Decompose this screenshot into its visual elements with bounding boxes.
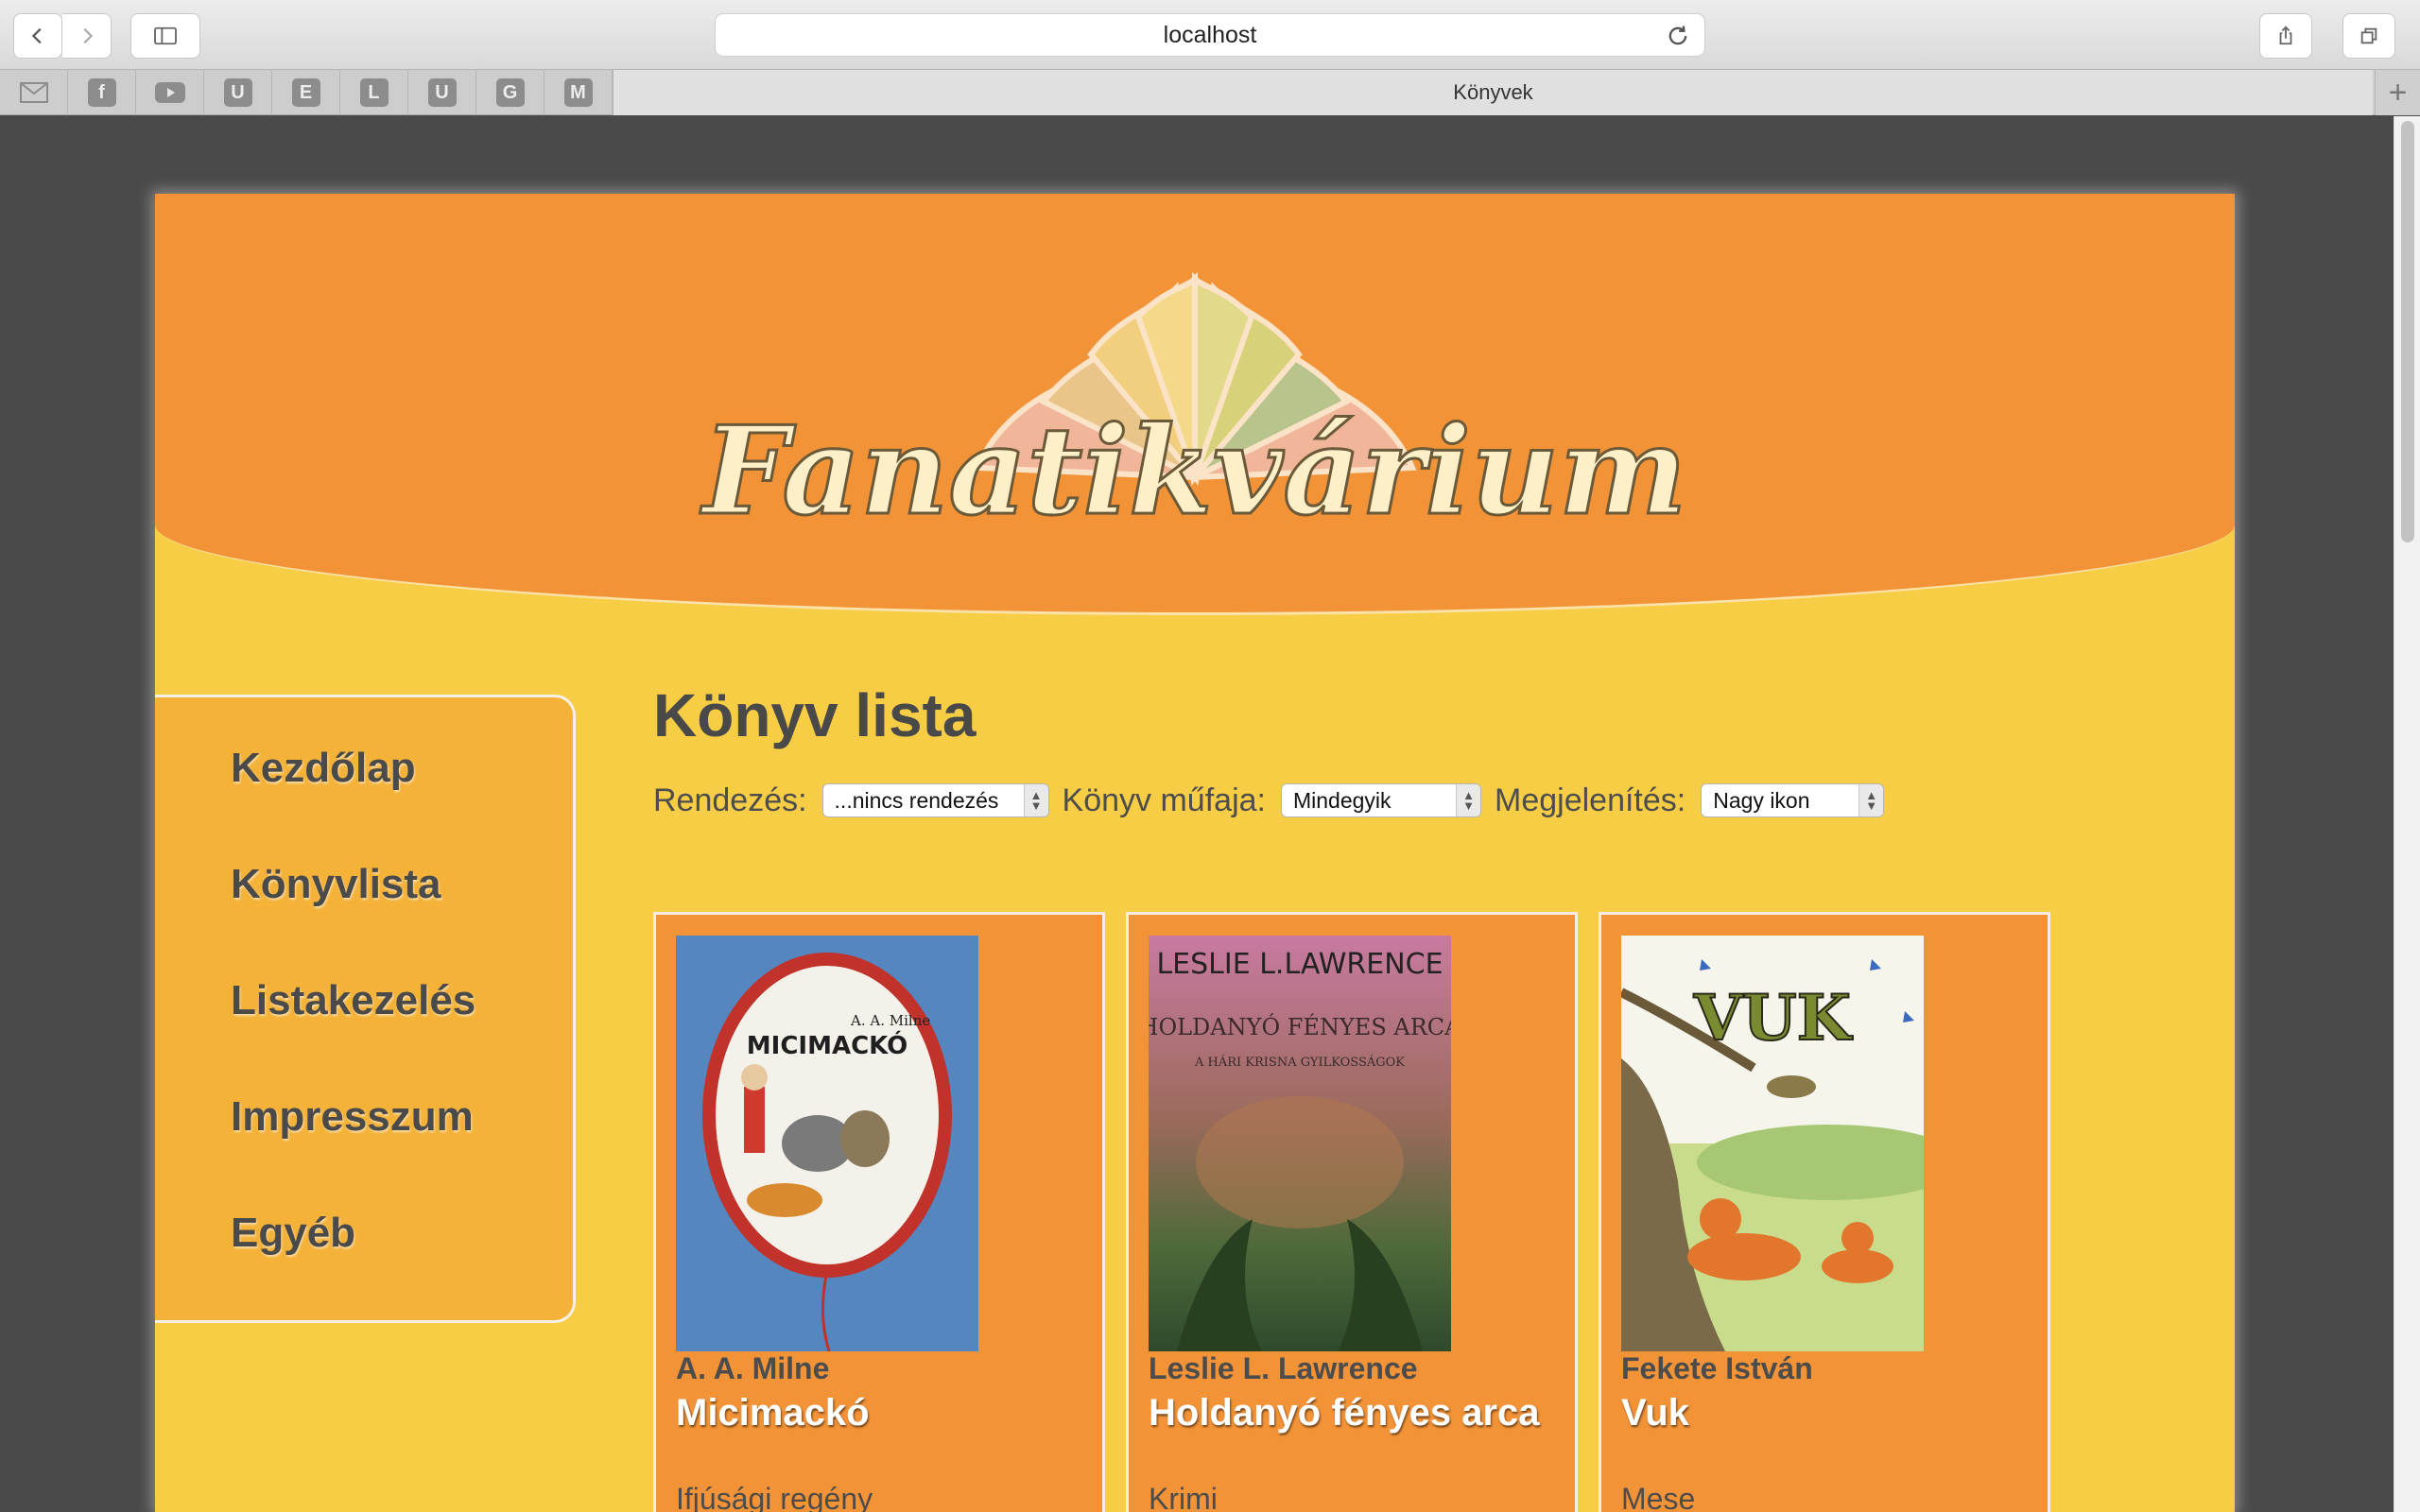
browser-chrome: localhost [0, 0, 2420, 70]
bookmark-3[interactable]: L [340, 70, 408, 115]
plus-icon: + [2388, 74, 2408, 111]
sidebar-item-konyvlista[interactable]: Könyvlista [231, 861, 441, 908]
cover-subtitle-text: A HÁRI KRISNA GYILKOSSÁGOK [1194, 1055, 1405, 1070]
bookmark-5[interactable]: G [476, 70, 544, 115]
address-bar[interactable]: localhost [715, 13, 1705, 57]
sidebar-toggle-button[interactable] [130, 13, 200, 59]
book-card[interactable]: VUK Fekete István Vuk Mese [1599, 912, 2050, 1512]
page-title: Könyv lista [653, 681, 977, 749]
view-label: Megjelenítés: [1495, 782, 1686, 818]
cover-author-text: A. A. Milne [850, 1012, 930, 1029]
sidebar-item-impresszum[interactable]: Impresszum [231, 1093, 474, 1141]
genre-select-value: Mindegyik [1293, 787, 1392, 813]
select-arrows-icon: ▲ ▼ [1456, 784, 1480, 816]
bookmark-youtube[interactable] [136, 70, 204, 115]
book-author: Fekete István [1621, 1351, 1813, 1385]
cover-author-text: LESLIE L.LAWRENCE [1156, 948, 1443, 981]
book-genre: Ifjúsági regény [676, 1482, 873, 1512]
youtube-icon [154, 82, 185, 103]
sidebar-item-egyeb[interactable]: Egyéb [231, 1210, 355, 1257]
select-arrows-icon: ▲ ▼ [1023, 784, 1048, 816]
logo-text: Fanatikvárium [700, 401, 1686, 542]
sidebar-item-listakezeles[interactable]: Listakezelés [231, 977, 475, 1024]
bookmark-letter-icon: U [427, 78, 457, 107]
bookmark-6[interactable]: M [544, 70, 613, 115]
forward-button[interactable] [62, 13, 112, 59]
chevron-right-icon [82, 27, 93, 44]
book-author: Leslie L. Lawrence [1149, 1351, 1418, 1385]
tab-konyvek[interactable]: Könyvek [613, 70, 2373, 115]
select-arrows-icon: ▲ ▼ [1858, 784, 1884, 816]
page-container: Fanatikvárium Kezdőlap Könyvlista Listak… [155, 194, 2235, 1512]
bookmark-letter-icon: G [495, 78, 525, 107]
reload-icon[interactable] [1665, 23, 1691, 49]
sidebar: Kezdőlap Könyvlista Listakezelés Impress… [155, 695, 576, 1323]
book-genre: Krimi [1149, 1482, 1218, 1512]
share-button[interactable] [2259, 13, 2312, 59]
tab-title: Könyvek [1453, 80, 1533, 104]
bookmark-letter-icon: M [563, 78, 593, 107]
book-card[interactable]: A. A. Milne MICIMACKÓ A. A. Milne Micima… [653, 912, 1105, 1512]
bookmark-letter-icon: U [223, 78, 252, 107]
filter-bar: Rendezés: ...nincs rendezés ▲ ▼ Könyv műf… [653, 777, 1897, 824]
tabs-icon [2360, 27, 2377, 44]
bookmark-letter-icon: L [359, 78, 389, 107]
bookmark-facebook[interactable]: f [68, 70, 136, 115]
sidebar-icon [154, 26, 177, 45]
sort-select-value: ...nincs rendezés [834, 787, 999, 813]
bookmark-2[interactable]: E [272, 70, 340, 115]
view-select[interactable]: Nagy ikon ▲ ▼ [1701, 783, 1885, 817]
genre-select[interactable]: Mindegyik ▲ ▼ [1281, 783, 1481, 817]
new-tab-button[interactable]: + [2375, 70, 2420, 115]
back-button[interactable] [13, 13, 62, 59]
genre-label: Könyv műfaja: [1062, 782, 1266, 818]
cover-title-text: VUK [1693, 981, 1854, 1055]
bookmark-mail[interactable] [0, 70, 68, 115]
book-title[interactable]: Micimackó [676, 1392, 870, 1435]
cover-title-text: MICIMACKÓ [747, 1030, 908, 1060]
book-genre: Mese [1621, 1482, 1696, 1512]
site-logo[interactable]: Fanatikvárium [684, 260, 1705, 543]
scrollbar-thumb[interactable] [2401, 121, 2414, 542]
cover-title-text: HOLDANYÓ FÉNYES ARCA [1149, 1013, 1451, 1040]
book-cover-image[interactable]: LESLIE L.LAWRENCE HOLDANYÓ FÉNYES ARCA A… [1149, 936, 1451, 1351]
bookmark-1[interactable]: U [204, 70, 272, 115]
sort-select[interactable]: ...nincs rendezés ▲ ▼ [821, 783, 1049, 817]
tabs-overview-button[interactable] [2342, 13, 2395, 59]
view-select-value: Nagy ikon [1713, 787, 1810, 813]
book-card[interactable]: LESLIE L.LAWRENCE HOLDANYÓ FÉNYES ARCA A… [1126, 912, 1578, 1512]
book-cover-image[interactable]: A. A. Milne MICIMACKÓ [676, 936, 978, 1351]
bookmark-letter-icon: E [291, 78, 320, 107]
book-cover-image[interactable]: VUK [1621, 936, 1924, 1351]
facebook-icon: f [87, 78, 116, 107]
chevron-left-icon [31, 27, 42, 44]
bookmark-4[interactable]: U [408, 70, 476, 115]
mail-icon [19, 82, 48, 103]
book-title[interactable]: Vuk [1621, 1392, 1689, 1435]
site-header: Fanatikvárium [155, 194, 2235, 615]
sort-label: Rendezés: [653, 782, 807, 818]
url-text: localhost [1163, 21, 1257, 48]
sidebar-item-kezdolap[interactable]: Kezdőlap [231, 745, 416, 792]
book-title[interactable]: Holdanyó fényes arca [1149, 1392, 1540, 1435]
share-icon [2279, 26, 2292, 45]
book-author: A. A. Milne [676, 1351, 830, 1385]
